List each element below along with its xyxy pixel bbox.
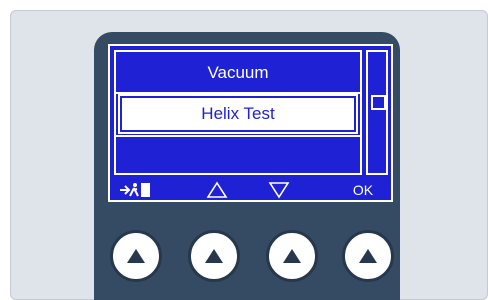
menu-title: Vacuum [207,63,269,82]
menu-divider [116,92,360,94]
scrollbar-thumb[interactable] [371,95,386,110]
exit-icon [116,179,156,200]
button-up-arrow-icon [205,249,223,263]
button-up-arrow-icon [283,249,301,263]
menu-item-selected[interactable]: Helix Test [120,96,356,132]
softkey-button-4[interactable] [342,230,394,282]
softkey-button-1[interactable] [110,230,162,282]
ok-label: OK [352,181,374,198]
softkey-button-2[interactable] [188,230,240,282]
button-up-arrow-icon [127,249,145,263]
lcd-display: Vacuum Helix Test OK [108,44,393,202]
menu-list: Vacuum Helix Test [114,50,362,175]
menu-item-empty[interactable] [116,137,360,175]
softkey-bar: OK [110,179,391,200]
down-triangle-icon [264,179,294,200]
up-triangle-icon [202,179,232,200]
button-up-arrow-icon [359,249,377,263]
scrollbar[interactable] [366,50,388,175]
softkey-button-3[interactable] [266,230,318,282]
